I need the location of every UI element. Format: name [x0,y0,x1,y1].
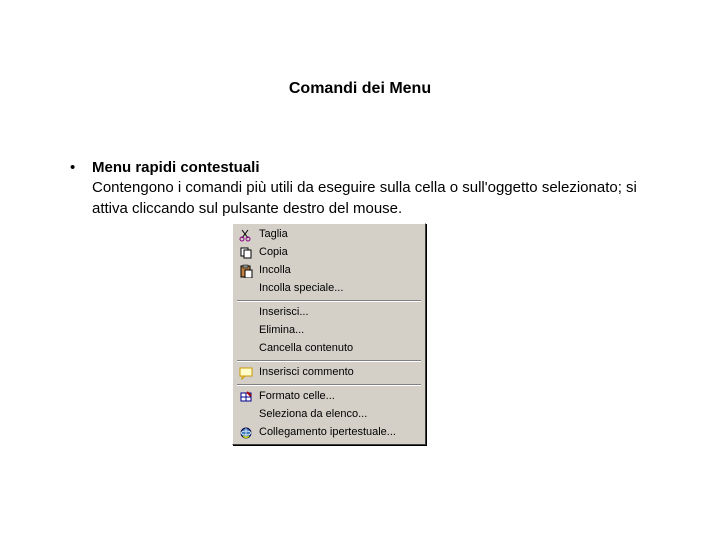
blank-icon [237,341,255,357]
bullet-marker: • [70,158,92,445]
bullet-item: • Menu rapidi contestuali Contengono i c… [70,158,650,445]
menu-item-paste[interactable]: Incolla [235,262,423,280]
menu-item-pick-from-list[interactable]: Seleziona da elenco... [235,406,423,424]
blank-icon [237,305,255,321]
menu-item-label: Inserisci... [259,305,309,320]
menu-item-delete[interactable]: Elimina... [235,322,423,340]
menu-separator [237,384,421,386]
menu-item-clear-contents[interactable]: Cancella contenuto [235,340,423,358]
menu-item-paste-special[interactable]: Incolla speciale... [235,280,423,298]
menu-item-label: Elimina... [259,323,304,338]
cut-icon [237,227,255,243]
comment-icon [237,365,255,381]
menu-separator [237,360,421,362]
format-cells-icon [237,389,255,405]
context-menu: Taglia Copia [232,223,426,445]
menu-item-label: Collegamento ipertestuale... [259,425,396,440]
bullet-text: Contengono i comandi più utili da esegui… [92,179,637,216]
menu-item-label: Taglia [259,227,288,242]
menu-item-label: Copia [259,245,288,260]
menu-item-insert[interactable]: Inserisci... [235,304,423,322]
menu-item-label: Inserisci commento [259,365,354,380]
page-title: Comandi dei Menu [70,80,650,98]
menu-item-label: Incolla speciale... [259,281,343,296]
menu-item-label: Cancella contenuto [259,341,353,356]
menu-item-label: Incolla [259,263,291,278]
copy-icon [237,245,255,261]
menu-item-label: Formato celle... [259,389,335,404]
menu-item-insert-comment[interactable]: Inserisci commento [235,364,423,382]
paste-icon [237,263,255,279]
menu-item-hyperlink[interactable]: Collegamento ipertestuale... [235,424,423,442]
hyperlink-icon [237,425,255,441]
bullet-heading: Menu rapidi contestuali [92,159,260,176]
menu-separator [237,300,421,302]
menu-item-format-cells[interactable]: Formato celle... [235,388,423,406]
blank-icon [237,323,255,339]
blank-icon [237,407,255,423]
menu-item-cut[interactable]: Taglia [235,226,423,244]
blank-icon [237,281,255,297]
menu-item-copy[interactable]: Copia [235,244,423,262]
menu-item-label: Seleziona da elenco... [259,407,367,422]
